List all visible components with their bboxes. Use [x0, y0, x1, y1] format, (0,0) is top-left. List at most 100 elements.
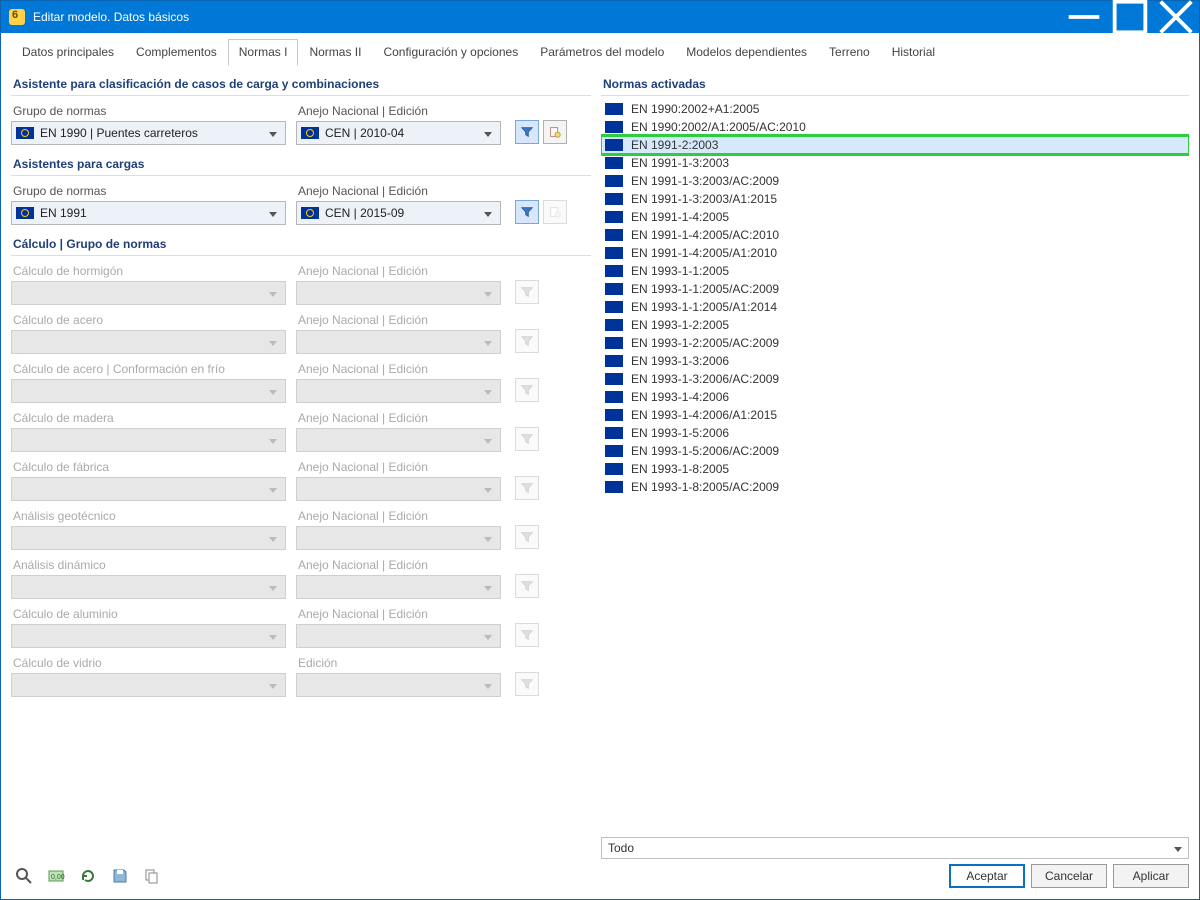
tab-par-metros-del-modelo[interactable]: Parámetros del modelo: [529, 39, 675, 66]
filter-button-2[interactable]: [515, 200, 539, 224]
standard-item[interactable]: EN 1991-1-3:2003: [601, 154, 1189, 172]
tab-modelos-dependientes[interactable]: Modelos dependientes: [675, 39, 818, 66]
app-icon: [9, 9, 25, 25]
funnel-icon: [520, 530, 534, 544]
calc-row-combo-right: [296, 330, 501, 354]
chevron-down-icon: [265, 531, 281, 545]
tab-complementos[interactable]: Complementos: [125, 39, 228, 66]
filter-combo-value: Todo: [608, 841, 634, 855]
label-annex2: Anejo Nacional | Edición: [298, 184, 501, 198]
chevron-down-icon: [265, 335, 281, 349]
tab-datos-principales[interactable]: Datos principales: [11, 39, 125, 66]
chevron-down-icon: [265, 206, 281, 220]
combo-annex-1[interactable]: CEN | 2010-04: [296, 121, 501, 145]
eu-flag-icon: [605, 283, 623, 295]
eu-flag-icon: [605, 391, 623, 403]
tab-normas-ii[interactable]: Normas II: [298, 39, 372, 66]
tab-configuraci-n-y-opciones[interactable]: Configuración y opciones: [372, 39, 529, 66]
chevron-down-icon: [480, 531, 496, 545]
label-group1: Grupo de normas: [13, 104, 286, 118]
standard-item[interactable]: EN 1991-1-4:2005/A1:2010: [601, 244, 1189, 262]
combo-standard-group-1[interactable]: EN 1990 | Puentes carreteros: [11, 121, 286, 145]
eu-flag-icon: [605, 481, 623, 493]
standard-item[interactable]: EN 1993-1-8:2005: [601, 460, 1189, 478]
standard-item[interactable]: EN 1991-1-4:2005: [601, 208, 1189, 226]
standard-item[interactable]: EN 1993-1-1:2005/AC:2009: [601, 280, 1189, 298]
calc-row-annex-label: Anejo Nacional | Edición: [298, 264, 501, 278]
standard-item[interactable]: EN 1990:2002/A1:2005/AC:2010: [601, 118, 1189, 136]
eu-flag-icon: [16, 207, 34, 219]
combo-standard-group-2-value: EN 1991: [40, 206, 265, 220]
chevron-down-icon: [480, 678, 496, 692]
calc-row-filter-button: [515, 329, 539, 353]
ok-button[interactable]: Aceptar: [949, 864, 1025, 888]
funnel-icon: [520, 677, 534, 691]
standard-item-label: EN 1993-1-1:2005/AC:2009: [631, 282, 779, 296]
tab-terreno[interactable]: Terreno: [818, 39, 881, 66]
eu-flag-icon: [605, 247, 623, 259]
standard-item[interactable]: EN 1993-1-8:2005/AC:2009: [601, 478, 1189, 496]
book-gear-icon: [548, 125, 562, 139]
tool-save[interactable]: [107, 863, 133, 889]
eu-flag-icon: [605, 463, 623, 475]
label-group2: Grupo de normas: [13, 184, 286, 198]
standard-item-label: EN 1993-1-1:2005: [631, 264, 729, 278]
standard-item[interactable]: EN 1991-1-4:2005/AC:2010: [601, 226, 1189, 244]
standard-item[interactable]: EN 1993-1-1:2005/A1:2014: [601, 298, 1189, 316]
standard-item[interactable]: EN 1993-1-4:2006/A1:2015: [601, 406, 1189, 424]
tabstrip: Datos principalesComplementosNormas INor…: [1, 39, 1199, 67]
eu-flag-icon: [605, 157, 623, 169]
filter-button-1[interactable]: [515, 120, 539, 144]
combo-standard-group-2[interactable]: EN 1991: [11, 201, 286, 225]
standard-item[interactable]: EN 1991-1-3:2003/A1:2015: [601, 190, 1189, 208]
standard-item[interactable]: EN 1993-1-5:2006/AC:2009: [601, 442, 1189, 460]
standard-item[interactable]: EN 1993-1-3:2006/AC:2009: [601, 370, 1189, 388]
calc-row-label: Análisis dinámico: [13, 558, 286, 572]
chevron-down-icon: [265, 126, 281, 140]
standard-item[interactable]: EN 1991-2:2003: [601, 136, 1189, 154]
calc-row: Cálculo de maderaAnejo Nacional | Edició…: [11, 409, 591, 452]
calc-row-label: Cálculo de hormigón: [13, 264, 286, 278]
filter-combo[interactable]: Todo: [601, 837, 1189, 859]
chevron-down-icon: [480, 335, 496, 349]
section-calc-title: Cálculo | Grupo de normas: [11, 233, 591, 256]
standard-item[interactable]: EN 1991-1-3:2003/AC:2009: [601, 172, 1189, 190]
tab-normas-i[interactable]: Normas I: [228, 39, 299, 66]
calc-row-combo-left: [11, 624, 286, 648]
tool-refresh[interactable]: [75, 863, 101, 889]
apply-button-label: Aplicar: [1133, 869, 1170, 883]
standard-item[interactable]: EN 1993-1-1:2005: [601, 262, 1189, 280]
calc-row-annex-label: Anejo Nacional | Edición: [298, 313, 501, 327]
calc-row-annex-label: Anejo Nacional | Edición: [298, 509, 501, 523]
calc-row-filter-button: [515, 574, 539, 598]
standard-item[interactable]: EN 1993-1-3:2006: [601, 352, 1189, 370]
tool-search[interactable]: [11, 863, 37, 889]
standard-item-label: EN 1990:2002/A1:2005/AC:2010: [631, 120, 806, 134]
standard-item-label: EN 1991-1-3:2003/AC:2009: [631, 174, 779, 188]
tab-historial[interactable]: Historial: [881, 39, 946, 66]
settings-button-1[interactable]: [543, 120, 567, 144]
eu-flag-icon: [605, 409, 623, 421]
tool-units[interactable]: 0,00: [43, 863, 69, 889]
standard-item[interactable]: EN 1990:2002+A1:2005: [601, 100, 1189, 118]
combo-annex-2[interactable]: CEN | 2015-09: [296, 201, 501, 225]
tool-copy[interactable]: [139, 863, 165, 889]
apply-button[interactable]: Aplicar: [1113, 864, 1189, 888]
standard-item[interactable]: EN 1993-1-4:2006: [601, 388, 1189, 406]
cancel-button[interactable]: Cancelar: [1031, 864, 1107, 888]
eu-flag-icon: [301, 127, 319, 139]
close-button[interactable]: [1153, 1, 1199, 33]
activated-standards-list[interactable]: EN 1990:2002+A1:2005 EN 1990:2002/A1:2005…: [601, 100, 1189, 831]
standard-item[interactable]: EN 1993-1-2:2005: [601, 316, 1189, 334]
maximize-button[interactable]: [1107, 1, 1153, 33]
standard-item-label: EN 1993-1-2:2005: [631, 318, 729, 332]
minimize-button[interactable]: [1061, 1, 1107, 33]
calc-row-label: Cálculo de madera: [13, 411, 286, 425]
standard-item[interactable]: EN 1993-1-5:2006: [601, 424, 1189, 442]
calc-row: Cálculo de hormigón Anejo Nacional | Edic…: [11, 262, 591, 305]
eu-flag-icon: [605, 211, 623, 223]
standard-item[interactable]: EN 1993-1-2:2005/AC:2009: [601, 334, 1189, 352]
standard-item-label: EN 1993-1-5:2006: [631, 426, 729, 440]
refresh-icon: [79, 867, 97, 885]
standard-item-label: EN 1993-1-4:2006/A1:2015: [631, 408, 777, 422]
